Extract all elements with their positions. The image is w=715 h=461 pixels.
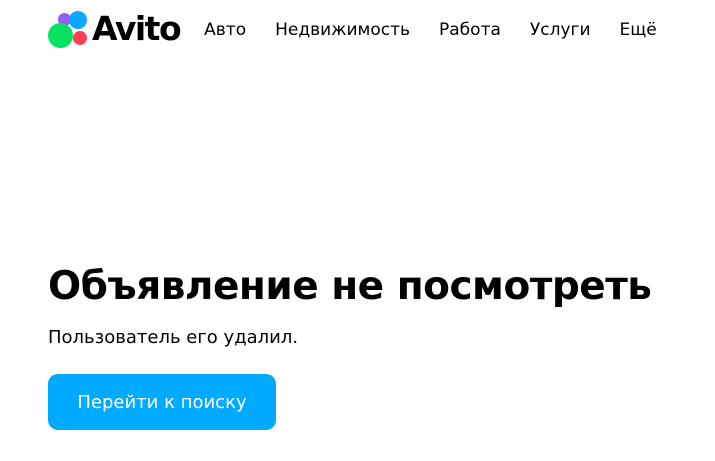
logo-dot-green: [48, 23, 73, 48]
logo-dot-red: [73, 31, 87, 45]
logo-wordmark: Avito: [92, 8, 182, 48]
main-nav: Авто Недвижимость Работа Услуги Ещё: [204, 20, 657, 40]
nav-item-services[interactable]: Услуги: [530, 20, 591, 40]
go-to-search-button[interactable]: Перейти к поиску: [48, 374, 276, 430]
avito-logo-icon: [48, 11, 91, 49]
nav-item-jobs[interactable]: Работа: [439, 20, 501, 40]
page-title: Объявление не посмотреть: [48, 264, 652, 309]
nav-item-auto[interactable]: Авто: [204, 20, 246, 40]
logo-dot-blue: [69, 11, 87, 29]
header: Avito Авто Недвижимость Работа Услуги Ещ…: [48, 8, 715, 52]
page: Avito Авто Недвижимость Работа Услуги Ещ…: [0, 0, 715, 461]
page-subtitle: Пользователь его удалил.: [48, 327, 299, 348]
nav-item-more[interactable]: Ещё: [620, 20, 657, 40]
nav-item-real-estate[interactable]: Недвижимость: [275, 20, 410, 40]
avito-logo[interactable]: Avito: [48, 8, 182, 49]
